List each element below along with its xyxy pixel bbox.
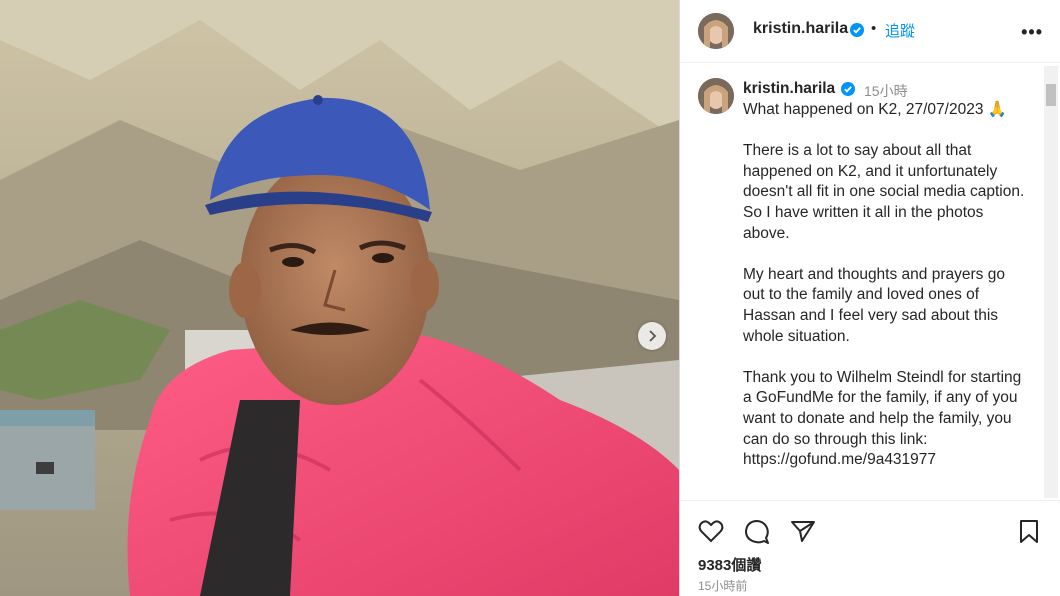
caption-section: kristin.harila 15小時 What happened on K2,… — [680, 64, 1060, 500]
avatar-image — [698, 78, 734, 114]
separator-bullet: • — [871, 20, 877, 37]
next-photo-button[interactable] — [638, 322, 666, 350]
caption-avatar[interactable] — [698, 78, 734, 114]
more-options-icon[interactable]: ••• — [1021, 22, 1043, 43]
caption-timestamp: 15小時 — [864, 83, 908, 99]
post-sidebar: kristin.harila • 追蹤 ••• kristin.harila 1… — [679, 0, 1060, 596]
comment-icon[interactable] — [744, 519, 770, 545]
verified-badge-icon — [841, 82, 855, 96]
caption-text: What happened on K2, 27/07/2023 🙏 There … — [743, 101, 1025, 469]
verified-badge-icon — [850, 23, 864, 37]
scrollbar-thumb[interactable] — [1046, 84, 1056, 106]
author-username[interactable]: kristin.harila — [753, 20, 848, 38]
share-icon[interactable] — [790, 519, 816, 543]
follow-button[interactable]: 追蹤 — [885, 20, 915, 41]
avatar[interactable] — [698, 13, 734, 49]
post-timestamp: 15小時前 — [698, 579, 748, 593]
bookmark-icon[interactable] — [1018, 519, 1040, 545]
post-header: kristin.harila • 追蹤 ••• — [680, 0, 1060, 63]
avatar-image — [698, 13, 734, 49]
caption-scrollbar[interactable] — [1044, 66, 1058, 498]
caption-username[interactable]: kristin.harila — [743, 80, 835, 98]
like-count[interactable]: 9383個讚 — [698, 554, 761, 575]
heart-icon[interactable] — [698, 519, 724, 543]
post-photo — [0, 0, 679, 596]
chevron-right-icon — [649, 330, 657, 342]
selfie-photo — [0, 0, 679, 596]
